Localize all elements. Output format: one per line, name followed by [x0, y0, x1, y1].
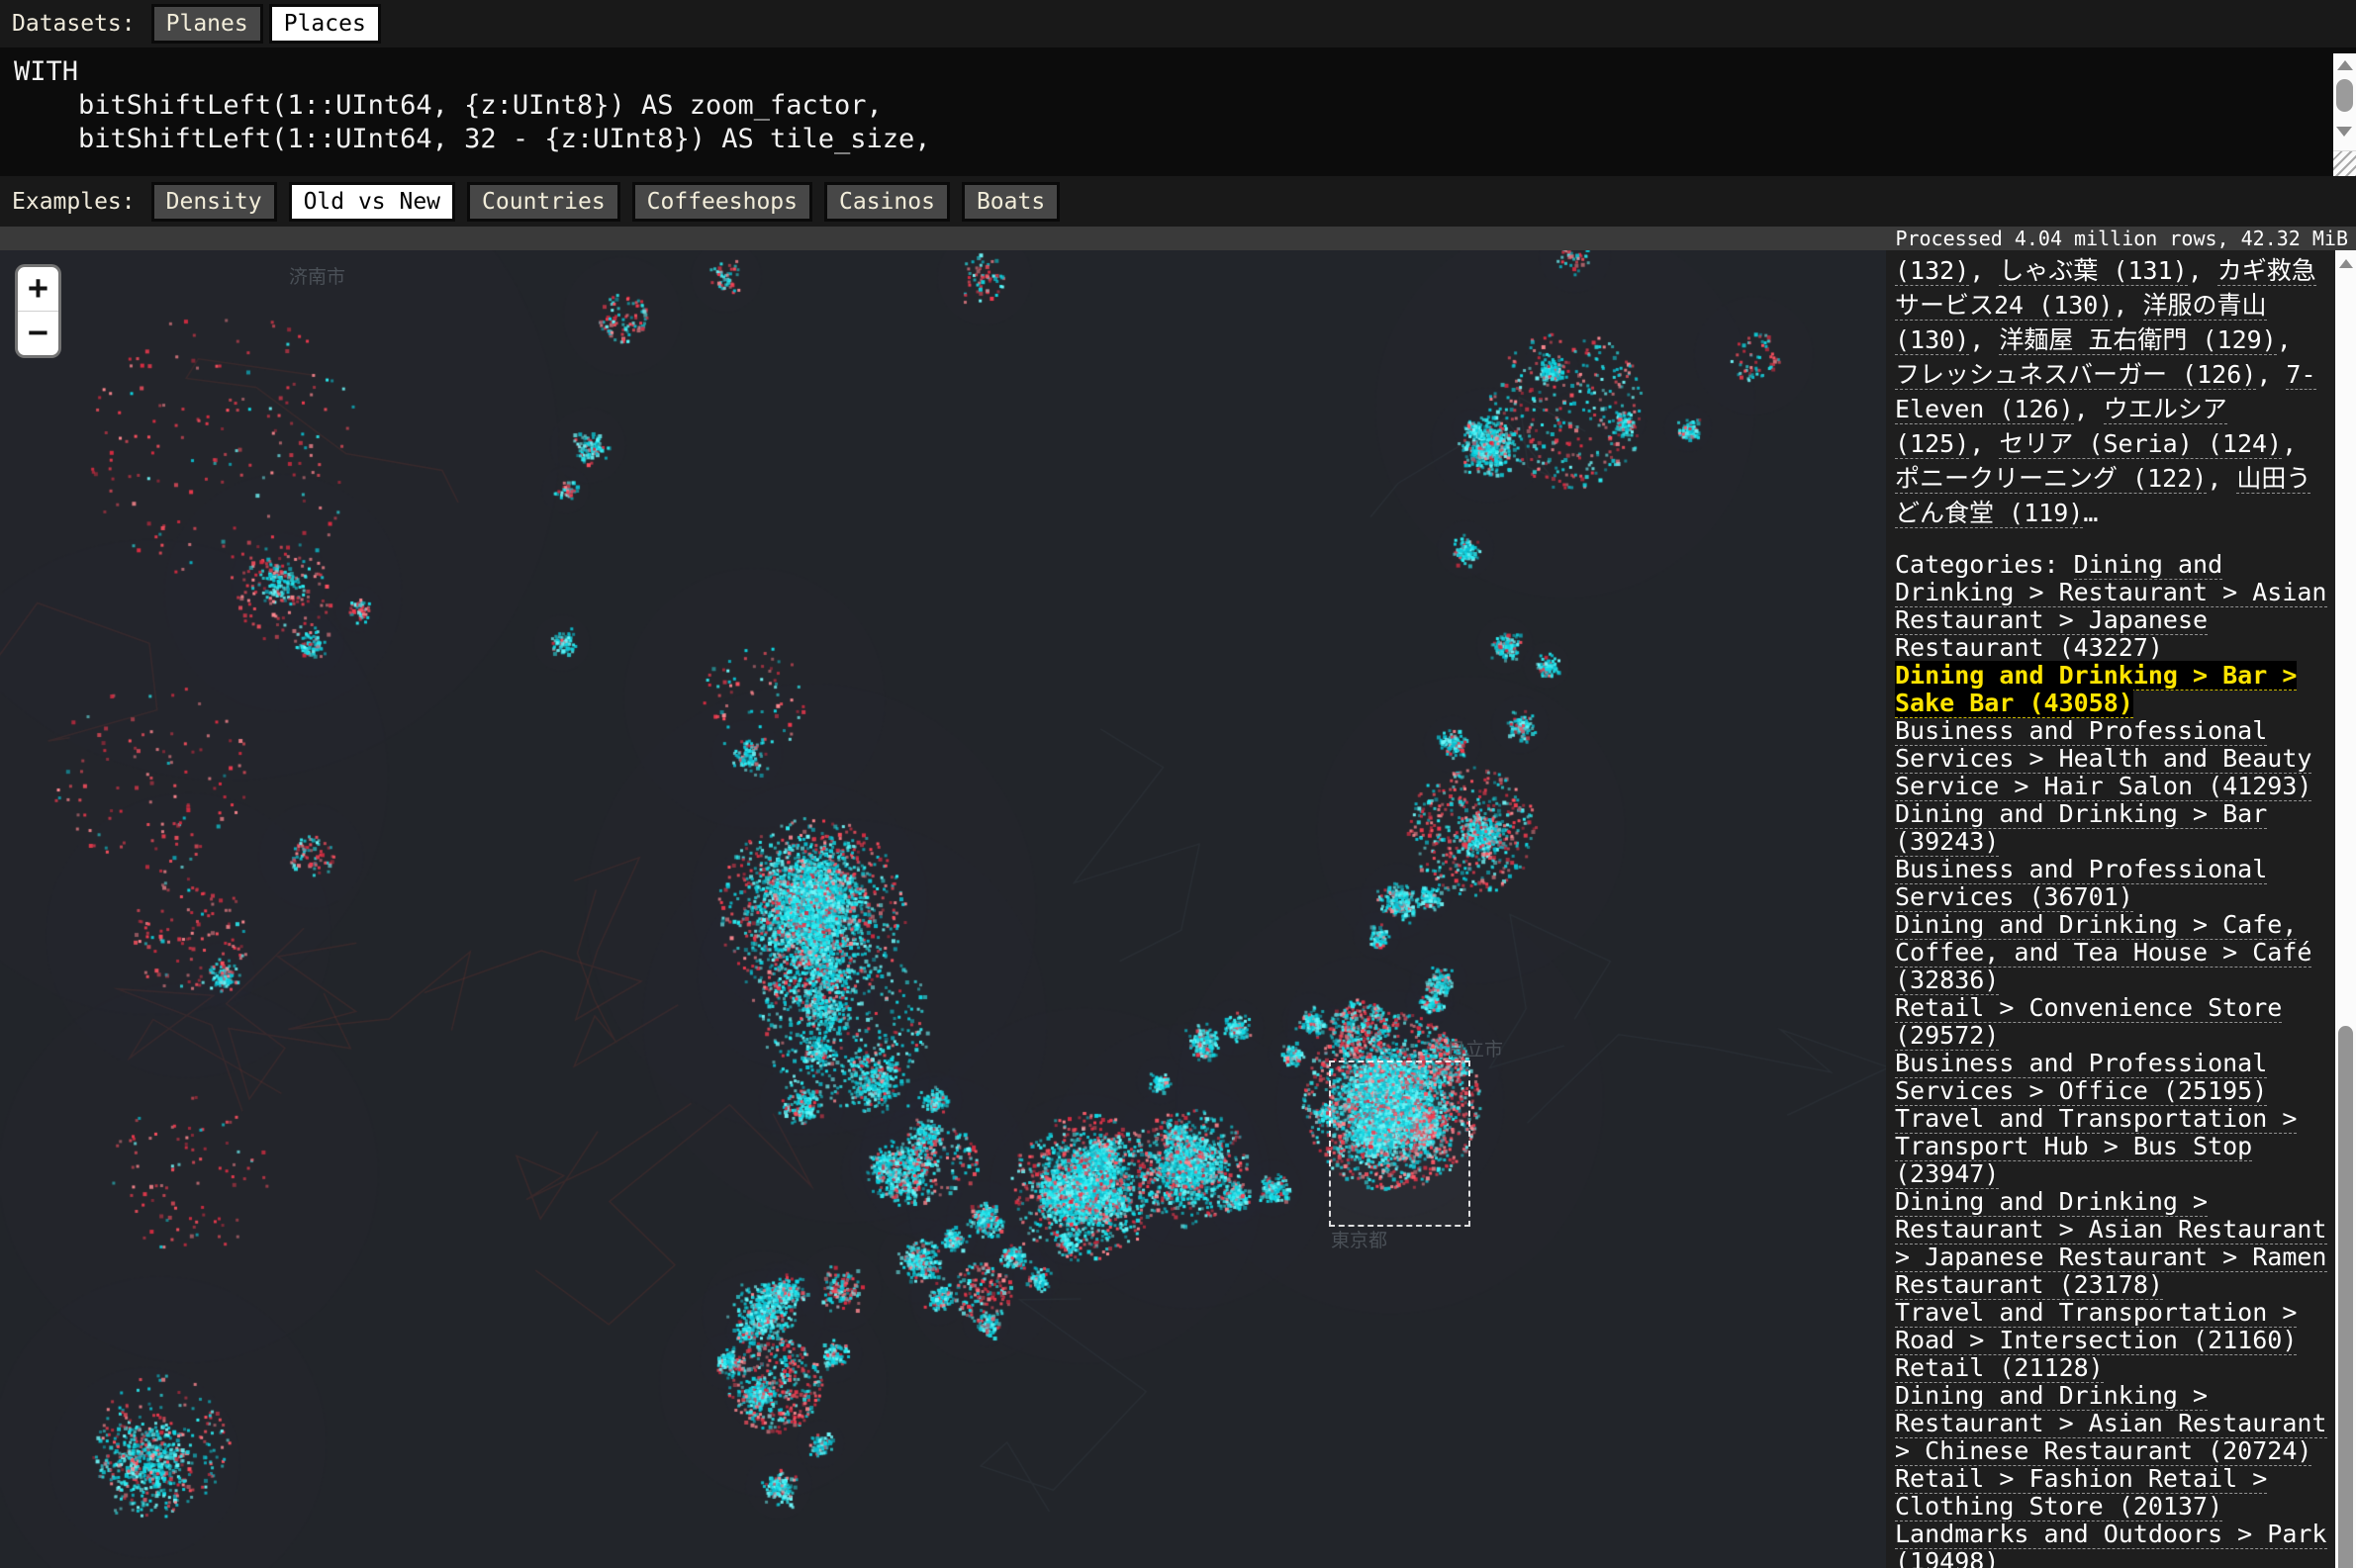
map-zoom-control: + − [15, 264, 61, 358]
category-link[interactable]: Travel and Transportation > Transport Hu… [1895, 1104, 2297, 1189]
datasets-bar: Datasets: PlanesPlaces [0, 0, 2356, 47]
example-button-coffeeshops[interactable]: Coffeeshops [632, 182, 812, 222]
category-link[interactable]: Business and Professional Services (3670… [1895, 855, 2267, 912]
datasets-label: Datasets: [12, 11, 136, 37]
example-button-casinos[interactable]: Casinos [824, 182, 950, 222]
page-scrollbar[interactable] [2335, 250, 2356, 1568]
category-link[interactable]: Retail (21128) [1895, 1353, 2104, 1383]
query-code[interactable]: WITH bitShiftLeft(1::UInt64, {z:UInt8}) … [0, 47, 2356, 156]
category-link[interactable]: Retail > Convenience Store (29572) [1895, 993, 2282, 1051]
page-scroll-up-icon[interactable] [2339, 259, 2353, 268]
category-link[interactable]: Landmarks and Outdoors > Park (19498) [1895, 1520, 2327, 1568]
query-editor[interactable]: WITH bitShiftLeft(1::UInt64, {z:UInt8}) … [0, 47, 2356, 176]
dataset-buttons: PlanesPlaces [151, 4, 381, 44]
category-link[interactable]: Retail > Fashion Retail > Clothing Store… [1895, 1464, 2267, 1522]
category-link[interactable]: Travel and Transportation > Road > Inter… [1895, 1298, 2297, 1355]
category-link-highlighted[interactable]: Dining and Drinking > Bar > Sake Bar (43… [1895, 661, 2297, 718]
categories-label: Categories: [1895, 550, 2074, 579]
example-button-old-vs-new[interactable]: Old vs New [289, 182, 455, 222]
category-link[interactable]: Dining and Drinking > Restaurant > Asian… [1895, 1381, 2327, 1466]
categories-list: Categories: Dining and Drinking > Restau… [1895, 551, 2328, 1568]
results-sidebar: (132), しゃぶ葉 (131), カギ救急サービス24 (130), 洋服の… [1886, 250, 2335, 1568]
map-canvas[interactable] [0, 250, 1886, 1568]
brand-link[interactable]: フレッシュネスバーガー (126) [1895, 360, 2256, 390]
editor-resize-grip-icon[interactable] [2333, 150, 2356, 176]
brand-link[interactable]: セリア (Seria) (124) [1999, 429, 2282, 459]
brand-link[interactable]: ポニークリーニング (122) [1895, 464, 2207, 494]
editor-scrollbar[interactable] [2333, 53, 2356, 176]
map-selection-rectangle[interactable] [1329, 1061, 1470, 1227]
category-link[interactable]: Business and Professional Services > Off… [1895, 1049, 2267, 1106]
category-link[interactable]: Dining and Drinking > Bar (39243) [1895, 799, 2267, 857]
category-link[interactable]: Dining and Drinking > Restaurant > Asian… [1895, 1187, 2327, 1300]
brand-link[interactable]: (132) [1895, 256, 1969, 286]
example-button-countries[interactable]: Countries [467, 182, 620, 222]
category-link[interactable]: Business and Professional Services > Hea… [1895, 716, 2311, 801]
editor-scrollbar-thumb[interactable] [2336, 79, 2353, 112]
brand-link[interactable]: しゃぶ葉 (131) [1999, 256, 2187, 286]
example-buttons: Density Old vs New Countries Coffeeshops Cas… [151, 182, 1061, 222]
examples-bar: Examples: Density Old vs New Countries Coff… [0, 176, 2356, 227]
editor-scroll-up-icon[interactable] [2337, 60, 2353, 70]
brand-link[interactable]: 洋麺屋 五右衛門 (129) [1999, 325, 2276, 355]
category-link[interactable]: Dining and Drinking > Cafe, Coffee, and … [1895, 910, 2311, 995]
zoom-in-button[interactable]: + [18, 267, 58, 311]
example-button-density[interactable]: Density [151, 182, 277, 222]
dataset-button-planes[interactable]: Planes [151, 4, 263, 44]
zoom-out-button[interactable]: − [18, 311, 58, 355]
top-names-list: (132), しゃぶ葉 (131), カギ救急サービス24 (130), 洋服の… [1895, 253, 2328, 530]
dataset-button-places[interactable]: Places [269, 4, 381, 44]
page-scrollbar-thumb[interactable] [2338, 1026, 2353, 1568]
examples-label: Examples: [12, 189, 136, 215]
map-view[interactable]: 日立市東京都济南市 + − [0, 250, 1886, 1568]
query-stats: Processed 4.04 million rows, 42.32 MiB [1895, 227, 2348, 250]
editor-scroll-down-icon[interactable] [2336, 127, 2352, 137]
example-button-boats[interactable]: Boats [962, 182, 1060, 222]
status-bar: Processed 4.04 million rows, 42.32 MiB [0, 227, 2356, 250]
